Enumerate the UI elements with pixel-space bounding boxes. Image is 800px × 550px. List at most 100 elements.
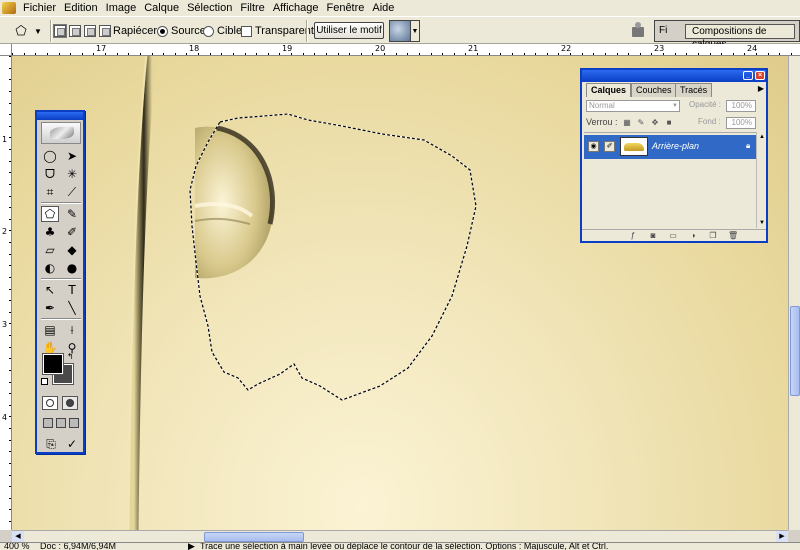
add-selection-icon[interactable] [69, 25, 81, 37]
scroll-right-arrow-icon[interactable]: ▶ [776, 531, 788, 542]
layers-palette: _ × Calques Couches Tracés ▶ Normal Opac… [580, 68, 768, 243]
eyedropper-icon[interactable]: ⟊ [63, 322, 81, 338]
crop-tool-icon[interactable]: ⌗ [41, 184, 59, 200]
menu-fichier[interactable]: Fichier [19, 0, 60, 16]
tool-preset-picker[interactable]: ⬠ ▼ [12, 17, 42, 45]
layer-comps-tab[interactable]: Compositions de calques [685, 24, 795, 50]
blend-mode-select[interactable]: Normal [586, 100, 680, 112]
horizontal-ruler[interactable]: 17 18 19 20 21 22 23 24 [12, 44, 800, 56]
screen-mode-standard-icon[interactable] [43, 418, 53, 428]
brush-tool-icon[interactable]: ✎ [63, 206, 81, 222]
scroll-left-arrow-icon[interactable]: ◀ [12, 531, 24, 542]
brush-link-icon[interactable]: ✐ [604, 141, 615, 152]
scroll-down-arrow-icon[interactable]: ▼ [757, 218, 767, 228]
layer-mask-icon[interactable]: ◙ [648, 231, 658, 241]
stamp-tool-icon[interactable]: ♣ [41, 224, 59, 240]
opacity-label: Opacité : [689, 100, 722, 109]
swap-colors-icon[interactable]: ↰ [67, 352, 74, 361]
scroll-thumb[interactable] [204, 532, 304, 542]
stamp-icon[interactable] [630, 21, 646, 39]
lock-all-icon[interactable]: ■ [664, 118, 674, 128]
ruler-number: 1 [2, 135, 8, 144]
imageready-icon[interactable]: ✓ [63, 436, 81, 452]
tab-couches[interactable]: Couches [631, 83, 677, 97]
intersect-selection-icon[interactable] [99, 25, 111, 37]
transparent-checkbox[interactable]: Transparent [241, 17, 314, 45]
new-layer-icon[interactable]: ❐ [708, 231, 718, 241]
adobe-online-button[interactable] [41, 122, 81, 144]
dodge-tool-icon[interactable]: ● [63, 260, 81, 276]
lock-transparency-icon[interactable]: ▦ [622, 118, 632, 128]
opacity-input[interactable]: 100% [726, 100, 756, 112]
menu-filtre[interactable]: Filtre [236, 0, 268, 16]
patch-tool-icon[interactable]: ⬠ [41, 206, 59, 222]
pattern-swatch[interactable] [389, 20, 411, 42]
pen-tool-icon[interactable]: ✒ [41, 300, 59, 316]
layers-scrollbar[interactable]: ▲ ▼ [756, 132, 766, 228]
photoshop-app-icon[interactable] [2, 2, 16, 14]
type-tool-icon[interactable]: T [63, 282, 81, 298]
paint-bucket-icon[interactable]: ◆ [63, 242, 81, 258]
trash-icon[interactable]: 🗑︎ [728, 231, 738, 241]
palette-tabs: Calques Couches Tracés [584, 83, 764, 97]
use-pattern-button[interactable]: Utiliser le motif [314, 22, 384, 39]
layers-title-bar[interactable]: _ × [582, 70, 766, 82]
slice-tool-icon[interactable]: ⟋ [63, 184, 81, 200]
doc-size[interactable]: Doc : 6,94M/6,94M [40, 543, 116, 550]
horizontal-scrollbar[interactable]: ◀ ▶ [12, 530, 788, 542]
marquee-tool-icon[interactable]: ◯ [41, 148, 59, 164]
menu-selection[interactable]: Sélection [183, 0, 236, 16]
vertical-ruler[interactable]: 1 2 3 4 [0, 56, 12, 530]
magic-wand-icon[interactable]: ✳ [63, 166, 81, 182]
menu-aide[interactable]: Aide [368, 0, 398, 16]
adjustment-layer-icon[interactable]: ◑ [688, 231, 698, 241]
scroll-thumb[interactable] [790, 306, 800, 396]
new-selection-icon[interactable] [53, 24, 67, 38]
foreground-color-swatch[interactable] [42, 353, 64, 375]
layer-name[interactable]: Arrière-plan [652, 141, 699, 151]
lasso-tool-icon[interactable]: ᗜ [41, 166, 59, 182]
history-brush-icon[interactable]: ✐ [63, 224, 81, 240]
tab-calques[interactable]: Calques [586, 83, 632, 97]
vertical-scrollbar[interactable] [788, 56, 800, 530]
subtract-selection-icon[interactable] [84, 25, 96, 37]
move-tool-icon[interactable]: ➤ [63, 148, 81, 164]
fill-label: Fond : [698, 117, 721, 126]
close-icon[interactable]: × [755, 71, 765, 80]
target-radio[interactable]: Cible [203, 17, 242, 45]
scroll-up-arrow-icon[interactable]: ▲ [757, 132, 767, 142]
palette-well-tab[interactable]: Fi [659, 25, 667, 36]
menu-edition[interactable]: Edition [60, 0, 102, 16]
tab-traces[interactable]: Tracés [675, 83, 713, 97]
toolbox-title-bar[interactable] [37, 112, 83, 120]
quick-mask-button[interactable] [62, 396, 78, 410]
menu-calque[interactable]: Calque [140, 0, 183, 16]
default-colors-icon[interactable] [41, 378, 48, 385]
standard-mode-button[interactable] [42, 396, 58, 410]
fill-input[interactable]: 100% [726, 117, 756, 129]
menu-fenetre[interactable]: Fenêtre [322, 0, 368, 16]
menu-affichage[interactable]: Affichage [269, 0, 323, 16]
status-arrow-icon: ▶ [188, 542, 195, 550]
new-set-icon[interactable]: ▭ [668, 231, 678, 241]
screen-mode-full-icon[interactable] [69, 418, 79, 428]
layer-row[interactable]: ◉ ✐ Arrière-plan 🔒︎ [584, 135, 758, 159]
line-tool-icon[interactable]: ╲ [63, 300, 81, 316]
ruler-origin[interactable] [0, 44, 12, 56]
notes-tool-icon[interactable]: ▤ [41, 322, 59, 338]
eraser-tool-icon[interactable]: ▱ [41, 242, 59, 258]
lock-position-icon[interactable]: ✥ [650, 118, 660, 128]
source-radio[interactable]: Source [157, 17, 206, 45]
eye-icon[interactable]: ◉ [588, 141, 599, 152]
zoom-level[interactable]: 400 % [4, 543, 30, 550]
menu-image[interactable]: Image [102, 0, 141, 16]
layer-style-icon[interactable]: ƒ [628, 231, 638, 241]
pattern-dropdown[interactable]: ▼ [411, 20, 420, 42]
jump-to-imageready-icon[interactable]: ⎘ [42, 436, 60, 452]
blur-tool-icon[interactable]: ◐ [41, 260, 59, 276]
minimize-icon[interactable]: _ [743, 71, 753, 80]
palette-menu-icon[interactable]: ▶ [758, 84, 764, 93]
lock-pixels-icon[interactable]: ✎ [636, 118, 646, 128]
path-selection-icon[interactable]: ↖ [41, 282, 59, 298]
screen-mode-full-menu-icon[interactable] [56, 418, 66, 428]
